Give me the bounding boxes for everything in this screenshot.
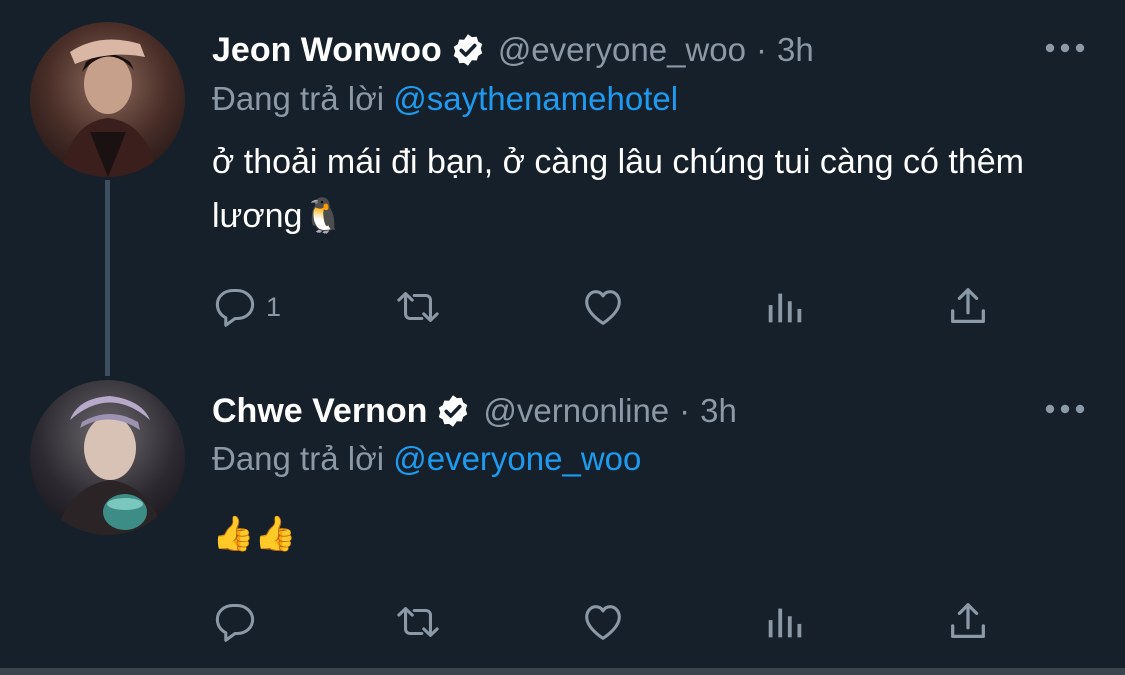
- tweet-header: Jeon Wonwoo @everyone_woo · 3h: [212, 25, 814, 75]
- retweet-icon: [397, 607, 439, 637]
- user-handle[interactable]: @vernonline: [483, 392, 669, 430]
- replying-to-label: Đang trả lời: [212, 440, 385, 477]
- analytics-button[interactable]: [762, 597, 808, 647]
- user-handle[interactable]: @everyone_woo: [498, 31, 746, 69]
- separator-dot: ·: [679, 392, 691, 429]
- avatar-image: [30, 380, 185, 535]
- replying-to: Đang trả lời @saythenamehotel: [212, 80, 678, 118]
- tweet-actions: 1: [0, 282, 1125, 332]
- like-icon: [585, 605, 621, 640]
- tweet-actions: [0, 597, 1125, 647]
- analytics-icon: [768, 293, 802, 323]
- share-icon: [951, 603, 985, 639]
- replying-to-label: Đang trả lời: [212, 80, 385, 117]
- reply-icon: [215, 288, 255, 327]
- retweet-button[interactable]: [395, 282, 441, 332]
- tweet-time[interactable]: 3h: [777, 31, 814, 69]
- analytics-button[interactable]: [762, 282, 808, 332]
- replying-to: Đang trả lời @everyone_woo: [212, 440, 641, 478]
- avatar-image: [30, 22, 185, 177]
- display-name[interactable]: Jeon Wonwoo: [212, 31, 442, 70]
- mention-link[interactable]: @saythenamehotel: [393, 80, 678, 117]
- tweet-time[interactable]: 3h: [700, 392, 737, 430]
- tweet[interactable]: Jeon Wonwoo @everyone_woo · 3h Đang trả …: [0, 0, 1125, 362]
- like-icon: [585, 290, 621, 325]
- reply-icon: [215, 603, 255, 642]
- verified-badge-icon: [439, 395, 468, 427]
- share-button[interactable]: [945, 282, 991, 332]
- retweet-button[interactable]: [395, 597, 441, 647]
- reply-button[interactable]: 1: [212, 282, 281, 332]
- like-button[interactable]: [580, 282, 626, 332]
- tweet-thread: Jeon Wonwoo @everyone_woo · 3h Đang trả …: [0, 0, 1125, 675]
- tweet-text: 👍👍: [212, 515, 297, 553]
- avatar[interactable]: [30, 22, 185, 177]
- mention-link[interactable]: @everyone_woo: [393, 440, 641, 477]
- avatar[interactable]: [30, 380, 185, 535]
- tweet-text: ở thoải mái đi bạn, ở càng lâu chúng tui…: [212, 143, 1024, 235]
- retweet-icon: [397, 292, 439, 322]
- analytics-icon: [768, 608, 802, 638]
- more-icon[interactable]: [1045, 43, 1085, 53]
- reply-count: 1: [266, 291, 282, 322]
- reply-button[interactable]: [212, 597, 266, 647]
- display-name[interactable]: Chwe Vernon: [212, 392, 427, 431]
- separator-dot: ·: [755, 31, 767, 68]
- bottom-divider: [0, 668, 1125, 675]
- tweet[interactable]: Chwe Vernon @vernonline · 3h Đang trả lờ…: [0, 362, 1125, 668]
- share-icon: [951, 288, 985, 324]
- verified-badge-icon: [453, 34, 483, 66]
- more-icon[interactable]: [1045, 404, 1085, 414]
- like-button[interactable]: [580, 597, 626, 647]
- share-button[interactable]: [945, 597, 991, 647]
- tweet-header: Chwe Vernon @vernonline · 3h: [212, 386, 737, 436]
